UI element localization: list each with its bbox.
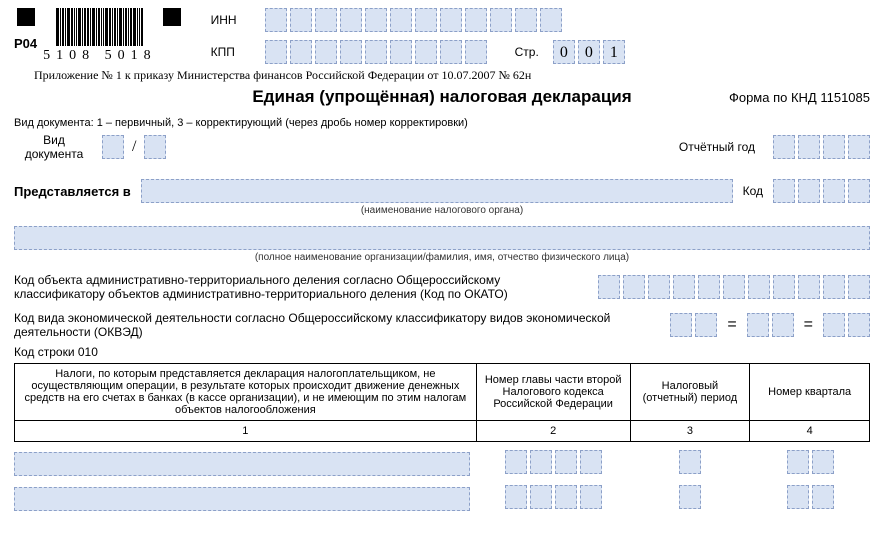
quarter-field-2[interactable] [787,485,834,509]
doc-type-note: Вид документа: 1 – первичный, 3 – коррек… [14,117,870,129]
tax-authority-code-field[interactable] [773,179,870,203]
table-number-row: 1 2 3 4 [15,421,870,442]
inn-label: ИНН [211,13,251,27]
p04-code: Р04 [14,36,37,51]
slash: / [132,138,136,156]
doc-title: Единая (упрощённая) налоговая декларация [252,87,631,107]
th-chapter: Номер главы части второй Налогового коде… [476,364,630,421]
fullname-field[interactable] [14,226,870,250]
chapter-field-2[interactable] [505,485,602,509]
doc-type-primary-field[interactable] [102,135,124,159]
okato-text: Код объекта административно-территориаль… [14,273,584,301]
doc-type-correction-field[interactable] [144,135,166,159]
presented-label: Представляется в [14,184,131,199]
fullname-caption: (полное наименование организации/фамилия… [14,252,870,263]
page-number: 0 0 1 [553,40,625,64]
table-header-row: Налоги, по которым представляется деклар… [15,364,870,421]
equals-icon: = [798,316,819,334]
okved-fields[interactable]: = = [670,313,870,337]
inn-field[interactable] [265,8,562,32]
tax-authority-field[interactable] [141,179,733,203]
barcode-number: 5108 5018 [43,48,157,64]
report-year-label: Отчётный год [679,140,755,154]
chapter-field-1[interactable] [505,450,602,474]
report-year-field[interactable] [773,135,870,159]
equals-icon: = [721,316,742,334]
kpp-field[interactable] [265,40,487,64]
doc-type-label: Вид документа [14,133,94,161]
okved-text: Код вида экономической деятельности согл… [14,311,656,339]
period-field-1[interactable] [679,450,701,474]
tax-name-field-1[interactable] [14,452,470,476]
tax-name-field-2[interactable] [14,487,470,511]
period-field-2[interactable] [679,485,701,509]
quarter-field-1[interactable] [787,450,834,474]
code-label: Код [743,184,763,198]
decree-text: Приложение № 1 к приказу Министерства фи… [34,68,870,83]
th-period: Налоговый (отчетный) период [630,364,750,421]
th-quarter: Номер квартала [750,364,870,421]
th-taxes: Налоги, по которым представляется деклар… [15,364,477,421]
kpp-label: КПП [211,45,251,59]
declaration-table: Налоги, по которым представляется деклар… [14,363,870,442]
barcode: 5108 5018 [43,8,157,64]
marker-square-left [17,8,35,26]
page-label: Стр. [515,45,539,59]
tax-authority-caption: (наименование налогового органа) [14,205,870,216]
form-code: Форма по КНД 1151085 [632,90,870,105]
okato-field[interactable] [598,275,870,299]
marker-square-right [163,8,181,26]
line-code: Код строки 010 [14,345,870,359]
